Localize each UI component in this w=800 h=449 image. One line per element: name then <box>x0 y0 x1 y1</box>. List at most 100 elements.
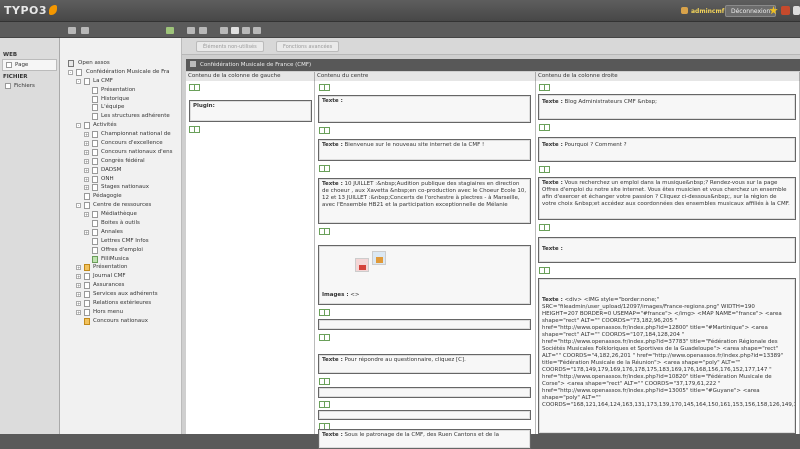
tree-node[interactable]: Pédagogie <box>60 192 181 201</box>
content-element[interactable]: Texte : Pourquoi ? Comment ? <box>538 137 796 162</box>
expand-icon[interactable]: + <box>84 167 89 173</box>
tree-node[interactable]: + Services aux adhérents <box>60 290 181 299</box>
content-element[interactable] <box>318 319 531 330</box>
clear-cache-icon[interactable] <box>781 6 790 15</box>
new-content-icon[interactable] <box>539 84 550 91</box>
tree-node[interactable]: Présentation <box>60 86 181 95</box>
new-content-icon[interactable] <box>319 84 330 91</box>
expand-icon[interactable]: + <box>76 301 81 307</box>
expand-icon[interactable]: + <box>76 265 81 271</box>
tree-node[interactable]: Offres d'emploi <box>60 246 181 255</box>
view-icon[interactable] <box>187 27 195 34</box>
collapse-icon[interactable]: - <box>76 78 81 84</box>
tree-node[interactable]: Boites à outils <box>60 219 181 228</box>
new-content-icon[interactable] <box>189 84 200 91</box>
expand-icon[interactable]: + <box>76 283 81 289</box>
tree-node[interactable]: - Centre de ressources <box>60 201 181 210</box>
tree-node[interactable]: + Stages nationaux <box>60 183 181 192</box>
view-columns-icon[interactable] <box>199 27 207 34</box>
tree-node[interactable]: Concours nationaux <box>60 317 181 326</box>
content-element[interactable] <box>318 387 531 398</box>
tree-node[interactable]: + DADSM <box>60 166 181 175</box>
collapse-icon[interactable]: - <box>76 203 81 209</box>
logout-button[interactable]: Déconnexion <box>725 5 777 17</box>
search-icon[interactable] <box>793 6 800 15</box>
module-group-web[interactable]: WEB <box>0 52 59 58</box>
tab-unused-elements[interactable]: Éléments non-utilisés <box>196 41 264 52</box>
tree-node[interactable]: + Concours nationaux d'ens <box>60 148 181 157</box>
module-group-fichier[interactable]: FICHIER <box>0 74 59 80</box>
content-element[interactable]: Texte : Sous le patronage de la CMF, des… <box>318 429 531 449</box>
typo3-logo[interactable]: TYPO3 <box>4 4 58 17</box>
expand-icon[interactable]: + <box>84 185 89 191</box>
new-content-icon[interactable] <box>319 401 330 408</box>
tree-node[interactable]: Les structures adhérente <box>60 112 181 121</box>
new-content-icon[interactable] <box>319 309 330 316</box>
expand-icon[interactable]: + <box>84 158 89 164</box>
new-content-icon[interactable] <box>539 224 550 231</box>
tree-node[interactable]: Lettres CMF Infos <box>60 237 181 246</box>
content-element[interactable]: Texte : Blog Administrateurs CMF &nbsp; <box>538 94 796 120</box>
new-content-icon[interactable] <box>189 126 200 133</box>
content-element[interactable]: Texte : <div> <IMG style="border:none;" … <box>538 278 796 434</box>
new-content-icon[interactable] <box>539 166 550 173</box>
tree-node[interactable]: + Journal CMF <box>60 272 181 281</box>
new-content-icon[interactable] <box>319 228 330 235</box>
tree-node[interactable]: FilliMusica <box>60 255 181 264</box>
content-element[interactable]: Texte : Pour répondre au questionnaire, … <box>318 354 531 374</box>
new-content-icon[interactable] <box>539 124 550 131</box>
tree-node[interactable]: + Médiathèque <box>60 210 181 219</box>
tree-node[interactable]: - La CMF <box>60 77 181 86</box>
expand-icon[interactable]: + <box>76 292 81 298</box>
content-element[interactable]: Texte : Vous recherchez un emploi dans l… <box>538 177 796 220</box>
collapse-icon[interactable]: - <box>76 123 81 129</box>
new-page-icon[interactable] <box>166 27 174 34</box>
content-element[interactable]: Texte : 10 JUILLET :&nbsp;Audition publi… <box>318 178 531 224</box>
tree-site[interactable]: - Confédération Musicale de Fra <box>60 68 181 77</box>
tree-node[interactable]: - Activités <box>60 121 181 130</box>
user-name[interactable]: admincmf <box>681 7 724 15</box>
content-element[interactable]: Texte : <box>538 237 796 263</box>
module-fichiers-label: Fichiers <box>14 83 35 89</box>
tree-node[interactable]: + Championnat national de <box>60 130 181 139</box>
module-fichiers[interactable]: Fichiers <box>2 81 57 91</box>
tree-node[interactable]: L'équipe <box>60 103 181 112</box>
expand-icon[interactable]: + <box>76 309 81 315</box>
expand-icon[interactable]: + <box>84 229 89 235</box>
new-content-icon[interactable] <box>319 334 330 341</box>
tree-node[interactable]: + Congrès fédéral <box>60 157 181 166</box>
tree-root[interactable]: Open assos <box>60 59 181 68</box>
new-record-icon[interactable] <box>242 27 250 34</box>
edit-icon[interactable] <box>231 27 239 34</box>
expand-icon[interactable]: + <box>84 132 89 138</box>
tree-node[interactable]: + Annales <box>60 228 181 237</box>
expand-icon[interactable]: + <box>84 212 89 218</box>
list-icon[interactable] <box>253 27 261 34</box>
content-element[interactable]: Texte : <box>318 95 531 123</box>
expand-icon[interactable]: + <box>84 141 89 147</box>
move-icon[interactable] <box>220 27 228 34</box>
collapse-icon[interactable]: - <box>68 69 73 75</box>
new-content-icon[interactable] <box>539 267 550 274</box>
content-element[interactable]: Plugin: <box>189 100 312 122</box>
new-content-icon[interactable] <box>319 378 330 385</box>
content-element[interactable]: Images : <> <box>318 245 531 305</box>
new-content-icon[interactable] <box>319 127 330 134</box>
content-element[interactable]: Texte : Bienvenue sur le nouveau site in… <box>318 139 531 161</box>
tab-advanced-functions[interactable]: Fonctions avancées <box>276 41 340 52</box>
tree-node[interactable]: + Assurances <box>60 281 181 290</box>
expand-icon[interactable]: + <box>76 274 81 280</box>
tree-node[interactable]: + Présentation <box>60 263 181 272</box>
tree-node[interactable]: + ONH <box>60 175 181 184</box>
collapse-tree-icon[interactable] <box>68 27 76 34</box>
tree-node[interactable]: + Relations extérieures <box>60 299 181 308</box>
expand-icon[interactable]: + <box>84 149 89 155</box>
module-page[interactable]: Page <box>2 59 57 71</box>
expand-icon[interactable]: + <box>84 176 89 182</box>
new-content-icon[interactable] <box>319 165 330 172</box>
tree-node[interactable]: + Hors menu <box>60 308 181 317</box>
filter-icon[interactable] <box>81 27 89 34</box>
tree-node[interactable]: + Concours d'excellence <box>60 139 181 148</box>
content-element[interactable] <box>318 410 531 420</box>
tree-node[interactable]: Historique <box>60 95 181 104</box>
